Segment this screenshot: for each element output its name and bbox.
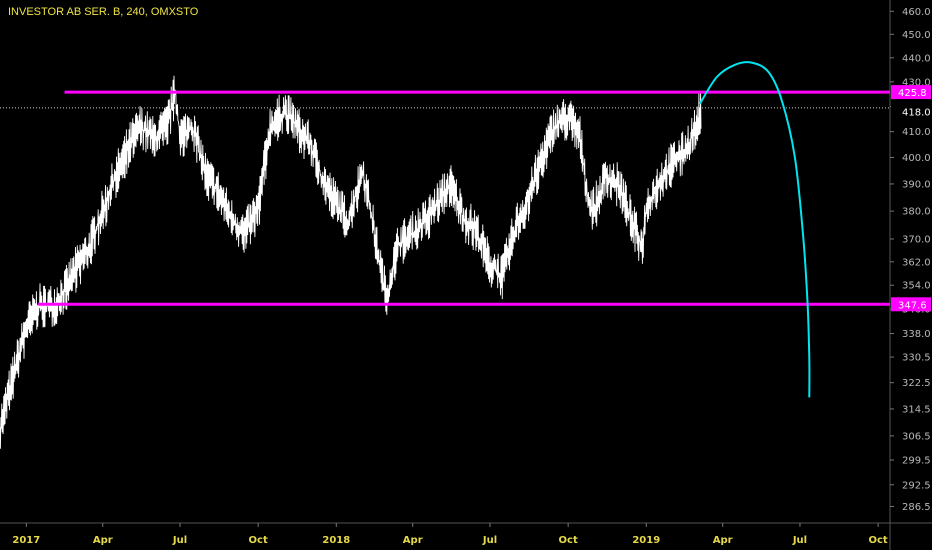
- y-tick-label: 410.0: [902, 127, 931, 138]
- y-tick-label: 390.0: [902, 179, 931, 190]
- y-tick-label: 286.5: [902, 502, 931, 513]
- y-tick-label: 354.0: [902, 281, 931, 292]
- y-tick-label: 450.0: [902, 30, 931, 41]
- level-price-tag-text: 347.6: [898, 300, 927, 311]
- x-tick-label: 2019: [632, 535, 660, 546]
- x-tick-label: Jul: [172, 535, 187, 546]
- x-tick-label: 2018: [322, 535, 350, 546]
- x-tick-label: Jul: [792, 535, 807, 546]
- y-tick-label: 299.5: [902, 456, 931, 467]
- y-tick-label: 306.5: [902, 431, 931, 442]
- x-tick-label: Oct: [559, 535, 578, 546]
- projection-arc: [698, 61, 811, 398]
- level-price-tag-text: 425.8: [898, 88, 927, 99]
- price-series-line: [0, 75, 702, 449]
- y-tick-label: 400.0: [902, 153, 931, 164]
- x-tick-label: 2017: [12, 535, 40, 546]
- x-tick-label: Apr: [93, 535, 113, 546]
- y-tick-label: 330.5: [902, 353, 931, 364]
- y-tick-label: 440.0: [902, 53, 931, 64]
- secondary-price-tag-text: 418.0: [902, 107, 931, 118]
- x-tick-label: Oct: [249, 535, 268, 546]
- x-tick-label: Apr: [713, 535, 733, 546]
- y-tick-label: 460.0: [902, 7, 931, 18]
- y-tick-label: 322.5: [902, 378, 931, 389]
- y-tick-label: 370.0: [902, 234, 931, 245]
- y-tick-label: 292.5: [902, 480, 931, 491]
- price-chart: 286.5 292.5 299.5 306.5 314.5 322.5 330.5 338.0…: [0, 0, 932, 550]
- x-tick-label: Jul: [482, 535, 497, 546]
- y-tick-label: 380.0: [902, 207, 931, 218]
- y-tick-label: 314.5: [902, 404, 931, 415]
- y-tick-label: 338.0: [902, 329, 931, 340]
- x-tick-label: Oct: [869, 535, 888, 546]
- x-tick-label: Apr: [403, 535, 423, 546]
- y-tick-label: 362.0: [902, 257, 931, 268]
